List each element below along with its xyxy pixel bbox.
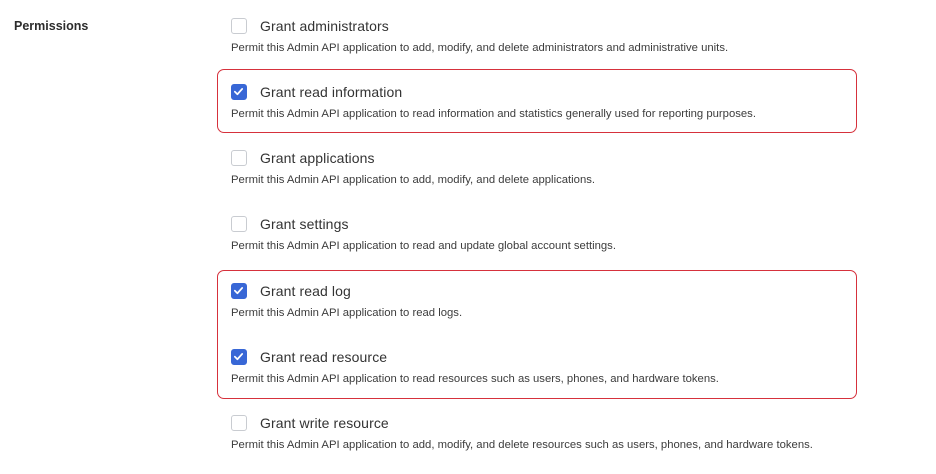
checkmark-icon <box>233 287 244 295</box>
permission-label[interactable]: Grant read resource <box>260 349 387 365</box>
permission-label[interactable]: Grant administrators <box>260 18 389 34</box>
checkmark-icon <box>233 353 244 361</box>
permission-label[interactable]: Grant settings <box>260 216 349 232</box>
checkbox-grant-administrators[interactable] <box>231 18 247 34</box>
permission-label[interactable]: Grant write resource <box>260 415 389 431</box>
permission-item-grant-settings: Grant settings Permit this Admin API app… <box>231 214 921 252</box>
permission-item-grant-administrators: Grant administrators Permit this Admin A… <box>231 16 921 54</box>
permission-label[interactable]: Grant applications <box>260 150 375 166</box>
permission-label[interactable]: Grant read information <box>260 84 402 100</box>
checkbox-grant-read-log[interactable] <box>231 283 247 299</box>
permission-description: Permit this Admin API application to rea… <box>231 240 616 252</box>
permission-item-grant-read-information: Grant read information Permit this Admin… <box>231 82 921 120</box>
permission-item-grant-read-resource: Grant read resource Permit this Admin AP… <box>231 347 921 385</box>
checkbox-grant-read-resource[interactable] <box>231 349 247 365</box>
section-label: Permissions <box>14 19 89 33</box>
permission-description: Permit this Admin API application to add… <box>231 42 729 54</box>
permission-description: Permit this Admin API application to rea… <box>231 373 719 385</box>
checkbox-grant-settings[interactable] <box>231 216 247 232</box>
permission-description: Permit this Admin API application to rea… <box>231 108 756 120</box>
permission-label[interactable]: Grant read log <box>260 283 351 299</box>
permission-item-grant-write-resource: Grant write resource Permit this Admin A… <box>231 413 921 451</box>
permission-description: Permit this Admin API application to add… <box>231 439 813 451</box>
permission-description: Permit this Admin API application to rea… <box>231 307 463 319</box>
checkmark-icon <box>233 88 244 96</box>
checkbox-grant-write-resource[interactable] <box>231 415 247 431</box>
permission-description: Permit this Admin API application to add… <box>231 174 596 186</box>
checkbox-grant-read-information[interactable] <box>231 84 247 100</box>
permission-item-grant-applications: Grant applications Permit this Admin API… <box>231 148 921 186</box>
checkbox-grant-applications[interactable] <box>231 150 247 166</box>
permission-item-grant-read-log: Grant read log Permit this Admin API app… <box>231 281 921 319</box>
